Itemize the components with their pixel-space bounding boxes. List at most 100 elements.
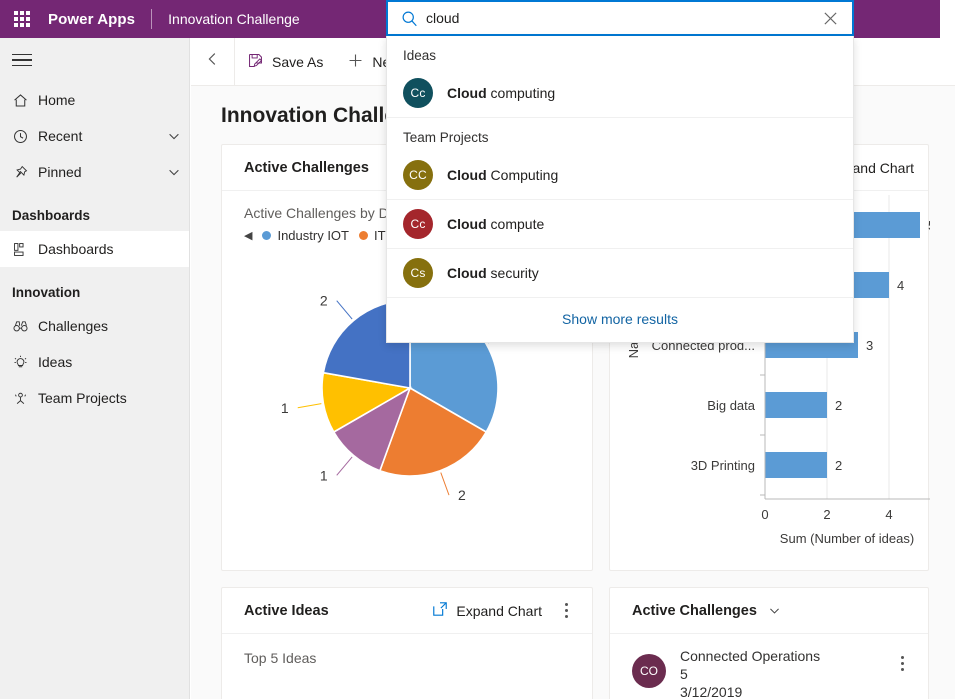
bar-category-label: 3D Printing	[691, 458, 755, 473]
expand-chart-label: Expand Chart	[456, 602, 542, 619]
avatar: Cs	[403, 258, 433, 288]
x-tick-label: 2	[823, 507, 830, 522]
dashboard-icon	[12, 241, 38, 258]
search-result-item[interactable]: Cc Cloud compute	[387, 200, 853, 249]
left-arrow-icon[interactable]: ◀	[244, 229, 252, 242]
list-item-content: Connected Operations 5 3/12/2019	[680, 648, 864, 699]
app-name: Innovation Challenge	[168, 11, 300, 27]
app-launcher-button[interactable]	[0, 0, 44, 38]
bar[interactable]	[765, 392, 827, 418]
avatar: CO	[632, 654, 666, 688]
expand-chart-button[interactable]: Expand Chart	[432, 601, 542, 620]
pie-data-label: 1	[320, 467, 328, 483]
app-launcher-icon	[14, 11, 30, 27]
results-group-title-ideas: Ideas	[403, 48, 437, 63]
binoculars-icon	[12, 318, 38, 335]
avatar: Cc	[403, 209, 433, 239]
back-button[interactable]	[191, 38, 235, 85]
chevron-down-icon[interactable]	[159, 165, 189, 179]
clear-search-button[interactable]	[818, 6, 842, 30]
sidebar-item-label: Dashboards	[38, 241, 114, 257]
sidebar-item-dashboards[interactable]: Dashboards	[0, 231, 189, 267]
bar-category-label: Big data	[707, 398, 755, 413]
challenge-date: 3/12/2019	[680, 684, 743, 699]
sidebar: Home Recent Pinned Dashboards Dashboards…	[0, 38, 190, 699]
legend-label: Industry IOT	[277, 228, 349, 243]
chevron-down-icon[interactable]	[159, 129, 189, 143]
sidebar-group-title-dashboards: Dashboards	[12, 208, 91, 223]
bar-data-label: 4	[897, 278, 904, 293]
sidebar-item-team-projects[interactable]: Team Projects	[0, 380, 189, 416]
sidebar-item-pinned[interactable]: Pinned	[0, 154, 189, 190]
more-options-icon[interactable]	[554, 603, 578, 618]
search-result-label: Cloud computing	[447, 85, 555, 101]
challenge-count: 5	[680, 666, 688, 682]
pie-leader-line	[336, 300, 353, 320]
search-result-rest: computing	[486, 85, 556, 101]
search-result-item[interactable]: Cs Cloud security	[387, 249, 853, 298]
chevron-down-icon[interactable]	[768, 603, 781, 619]
pie-leader-line	[336, 456, 353, 476]
legend-entry[interactable]: Industry IOT	[262, 228, 349, 243]
bar-data-label: 2	[835, 458, 842, 473]
search-result-rest: Computing	[486, 167, 559, 183]
save-as-button[interactable]: Save As	[235, 38, 335, 85]
active-ideas-subtitle: Top 5 Ideas	[244, 650, 317, 666]
expand-chart-icon	[432, 601, 448, 620]
search-result-item[interactable]: CC Cloud Computing	[387, 151, 853, 200]
show-more-results-link[interactable]: Show more results	[387, 298, 853, 342]
home-icon	[12, 92, 38, 109]
card-title: Active Ideas	[244, 602, 329, 619]
sidebar-group-title-innovation: Innovation	[12, 285, 81, 300]
clock-icon	[12, 128, 38, 145]
pie-leader-line	[297, 403, 322, 409]
lightbulb-icon	[12, 354, 38, 371]
back-arrow-icon	[204, 50, 222, 73]
x-tick-label: 4	[885, 507, 892, 522]
results-group-title-team-projects: Team Projects	[403, 130, 489, 145]
sidebar-item-ideas[interactable]: Ideas	[0, 344, 189, 380]
pin-icon	[12, 164, 38, 181]
card-header: Active Challenges	[610, 588, 928, 634]
pie-leader-line	[440, 472, 450, 496]
sidebar-collapse-button[interactable]	[0, 38, 189, 82]
search-icon	[398, 7, 420, 29]
card-title: Active Challenges	[244, 159, 369, 176]
avatar: CC	[403, 160, 433, 190]
brand-title: Power Apps	[48, 10, 136, 28]
global-search: Ideas Cc Cloud computing Team Projects C…	[386, 0, 854, 343]
legend-color-swatch	[359, 231, 368, 240]
search-result-label: Cloud Computing	[447, 167, 558, 183]
search-result-match: Cloud	[447, 265, 487, 281]
pie-data-label: 2	[320, 293, 328, 309]
dashboard-row-2: Active Ideas Expand Chart Top 5 Ideas Ac…	[191, 571, 955, 699]
card-header: Active Ideas Expand Chart	[222, 588, 592, 634]
card-title: Active Challenges	[632, 603, 781, 619]
search-result-item[interactable]: Cc Cloud computing	[387, 69, 853, 118]
challenge-name: Connected Operations	[680, 648, 821, 664]
search-input[interactable]	[420, 10, 818, 26]
sidebar-item-challenges[interactable]: Challenges	[0, 308, 189, 344]
search-result-match: Cloud	[447, 216, 487, 232]
sidebar-item-recent[interactable]: Recent	[0, 118, 189, 154]
bar-data-label: 5	[928, 218, 930, 233]
sidebar-item-label: Challenges	[38, 318, 109, 334]
search-result-label: Cloud compute	[447, 216, 544, 232]
bar[interactable]	[765, 452, 827, 478]
hamburger-menu-icon	[12, 50, 32, 71]
header-divider	[151, 9, 153, 29]
search-box[interactable]	[386, 0, 854, 36]
search-result-label: Cloud security	[447, 265, 539, 281]
search-result-rest: security	[486, 265, 539, 281]
more-options-icon[interactable]	[890, 656, 914, 671]
save-as-label: Save As	[272, 53, 324, 70]
sidebar-item-label: Team Projects	[38, 390, 127, 406]
legend-color-swatch	[262, 231, 272, 240]
search-results-dropdown: Ideas Cc Cloud computing Team Projects C…	[386, 36, 854, 343]
search-result-match: Cloud	[447, 85, 487, 101]
sidebar-item-home[interactable]: Home	[0, 82, 189, 118]
sidebar-item-label: Home	[38, 92, 76, 108]
list-item[interactable]: CO Connected Operations 5 3/12/2019	[610, 634, 928, 699]
plus-icon	[347, 52, 364, 72]
legend-entry[interactable]: IT	[359, 228, 386, 243]
